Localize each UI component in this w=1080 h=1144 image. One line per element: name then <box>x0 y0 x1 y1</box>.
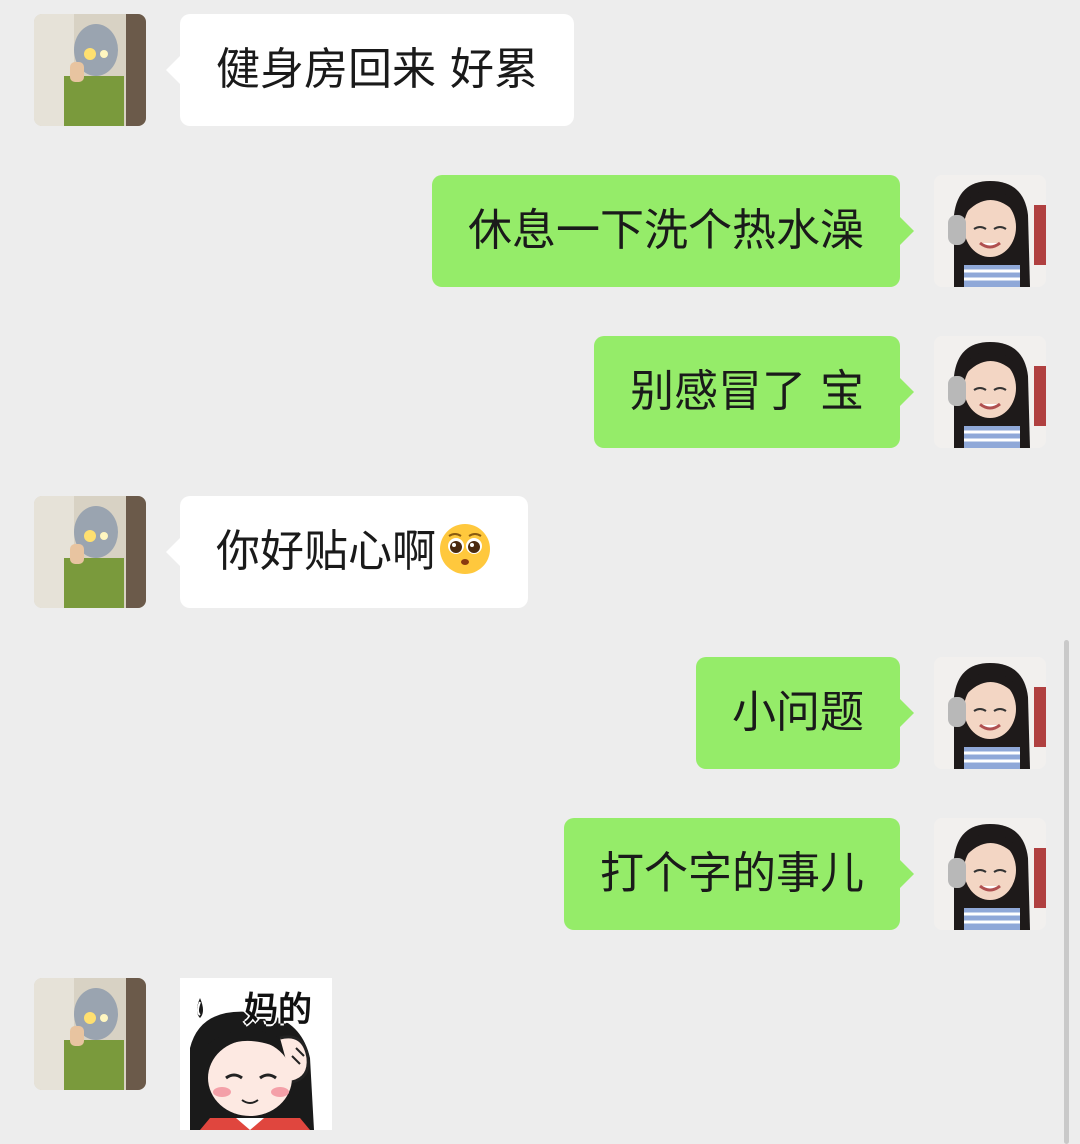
message-bubble[interactable]: 休息一下洗个热水澡 <box>432 175 914 287</box>
user-avatar[interactable] <box>934 175 1046 287</box>
sticker-message[interactable]: 妈的 <box>180 978 332 1130</box>
message-bubble[interactable]: 打个字的事儿 <box>564 818 914 930</box>
user-avatar[interactable] <box>934 336 1046 448</box>
user-avatar[interactable] <box>934 818 1046 930</box>
scrollbar[interactable] <box>1064 640 1069 1144</box>
message-text: 你好贴心啊 <box>216 526 436 577</box>
contact-avatar[interactable] <box>34 978 146 1090</box>
sticker-caption: 妈的 <box>244 990 312 1030</box>
message-bubble[interactable]: 别感冒了 宝 <box>594 336 914 448</box>
message-bubble[interactable]: 小问题 <box>696 657 914 769</box>
contact-avatar[interactable] <box>34 14 146 126</box>
chat-message-list[interactable]: 健身房回来 好累 休息一下洗个热水澡 别感冒了 宝 你好贴心啊 小问题 打个字的… <box>0 0 1080 1144</box>
contact-avatar[interactable] <box>34 496 146 608</box>
pleading-face-emoji-icon <box>440 524 490 574</box>
message-bubble[interactable]: 你好贴心啊 <box>166 496 528 608</box>
message-bubble[interactable]: 健身房回来 好累 <box>166 14 574 126</box>
user-avatar[interactable] <box>934 657 1046 769</box>
